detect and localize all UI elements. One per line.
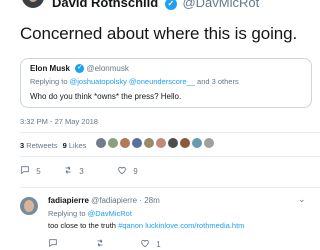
reply-hashtag[interactable]: #qanon	[118, 221, 143, 230]
quoted-author: Elon Musk ✓ @elonmusk	[30, 64, 129, 74]
reply-header: fadiapierre @fadiapierre · 28m	[48, 196, 160, 205]
liker-avatar[interactable]	[108, 138, 118, 148]
quoted-tweet[interactable]: Elon Musk ✓ @elonmusk Replying to @joshu…	[20, 58, 312, 108]
reply-body: too close to the truth	[48, 221, 116, 230]
likes-label[interactable]: Likes	[69, 141, 87, 150]
divider	[20, 156, 320, 157]
replying-to-handle[interactable]: @DavMicRot	[88, 209, 132, 218]
retweet-icon	[97, 239, 103, 247]
reply-link[interactable]: luckinlove.com/rothmedia.htm	[145, 221, 244, 230]
replying-others[interactable]: and 3 others	[197, 77, 239, 86]
reply-action[interactable]: 5	[20, 165, 41, 176]
liker-avatar[interactable]	[96, 138, 106, 148]
reply-author-name[interactable]: fadiapierre	[48, 196, 89, 205]
reply-avatar[interactable]	[20, 197, 38, 215]
reply-icon	[21, 166, 29, 175]
liker-avatar[interactable]	[144, 138, 154, 148]
retweet-action[interactable]: 3	[63, 165, 84, 176]
replying-to-handles[interactable]: @joshuatopolsky @oneunderscore__	[70, 77, 195, 86]
heart-icon	[118, 166, 126, 175]
reply-icon	[49, 239, 57, 248]
likes-count[interactable]: 9	[63, 141, 67, 150]
author-name[interactable]: David Rothschild	[52, 0, 158, 10]
tweet-stats: 3 Retweets 9 Likes	[20, 141, 86, 150]
reply-author-handle[interactable]: @fadiapierre	[91, 196, 137, 205]
reply-age[interactable]: 28m	[144, 196, 160, 205]
reply-like-count: 1	[156, 240, 161, 249]
reply-text: too close to the truth #qanon luckinlove…	[48, 221, 244, 230]
heart-icon	[141, 239, 149, 248]
chevron-down-icon[interactable]: ⌄	[298, 194, 306, 205]
replying-prefix: Replying to	[48, 209, 86, 218]
liker-avatar[interactable]	[168, 138, 178, 148]
reply-like-action[interactable]: 1	[140, 238, 161, 249]
liker-avatar[interactable]	[192, 138, 202, 148]
replying-prefix: Replying to	[30, 77, 68, 86]
quoted-text: Who do you think *owns* the press? Hello…	[30, 92, 182, 101]
liker-avatar[interactable]	[132, 138, 142, 148]
retweet-count: 3	[79, 167, 84, 176]
author-avatar[interactable]	[22, 0, 44, 8]
liker-avatar[interactable]	[180, 138, 190, 148]
reply-retweet-action[interactable]	[95, 238, 105, 249]
quoted-author-name: Elon Musk	[30, 64, 71, 73]
author-handle[interactable]: @DavMicRot	[182, 0, 259, 10]
reply-count: 5	[36, 167, 41, 176]
divider	[20, 187, 320, 188]
quoted-author-handle: @elonmusk	[86, 64, 129, 73]
like-action[interactable]: 9	[117, 165, 138, 176]
liker-avatars[interactable]	[96, 138, 214, 148]
divider	[20, 132, 320, 133]
retweets-count[interactable]: 3	[20, 141, 24, 150]
liker-avatar[interactable]	[204, 138, 214, 148]
verified-badge-icon: ✓	[164, 0, 177, 10]
liker-avatar[interactable]	[156, 138, 166, 148]
retweet-icon	[65, 166, 71, 174]
retweets-label[interactable]: Retweets	[26, 141, 57, 150]
tweet-timestamp[interactable]: 3:32 PM - 27 May 2018	[20, 117, 98, 126]
like-count: 9	[133, 167, 138, 176]
tweet-text: Concerned about where this is going.	[20, 24, 298, 43]
quoted-replying-to: Replying to @joshuatopolsky @oneundersco…	[30, 77, 239, 86]
reply-reply-action[interactable]	[48, 238, 58, 249]
verified-badge-icon: ✓	[75, 64, 85, 74]
tweet-author[interactable]: David Rothschild ✓ @DavMicRot	[52, 0, 259, 10]
liker-avatar[interactable]	[120, 138, 130, 148]
reply-replying-to: Replying to @DavMicRot	[48, 209, 132, 218]
